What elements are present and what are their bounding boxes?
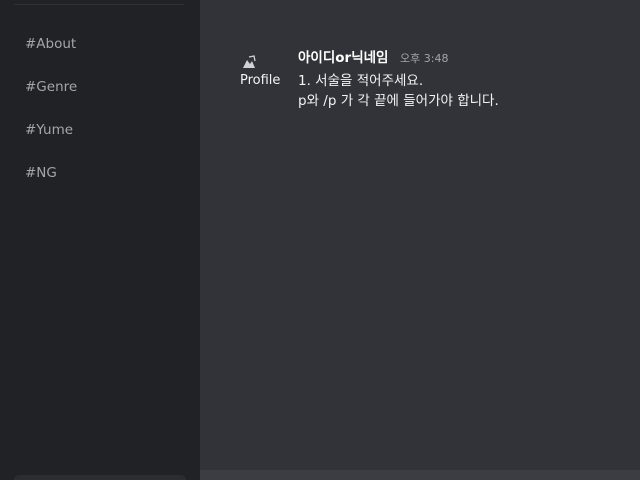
channel-genre[interactable]: #Genre <box>25 78 77 96</box>
channel-about[interactable]: #About <box>25 35 76 53</box>
sidebar-divider <box>14 4 184 5</box>
channel-ng[interactable]: #NG <box>25 164 57 182</box>
message-timestamp: 오후 3:48 <box>400 52 449 65</box>
channel-yume[interactable]: #Yume <box>25 121 73 139</box>
message-line: 1. 서술을 적어주세요. <box>298 73 424 89</box>
avatar[interactable]: Profile <box>240 55 288 91</box>
broken-image-icon <box>243 55 256 68</box>
app-window: #About #Genre #Yume #NG Profile 아이디or닉네임… <box>0 0 640 480</box>
avatar-alt-text: Profile <box>240 73 281 88</box>
message-line: p와 /p 가 각 끝에 들어가야 합니다. <box>298 93 499 109</box>
message-author[interactable]: 아이디or닉네임 <box>298 49 388 67</box>
message-input-bar[interactable] <box>200 470 640 480</box>
sidebar-user-panel[interactable] <box>14 475 186 480</box>
channel-sidebar: #About #Genre #Yume #NG <box>0 0 200 480</box>
chat-area: Profile 아이디or닉네임 오후 3:48 1. 서술을 적어주세요. p… <box>200 0 640 470</box>
